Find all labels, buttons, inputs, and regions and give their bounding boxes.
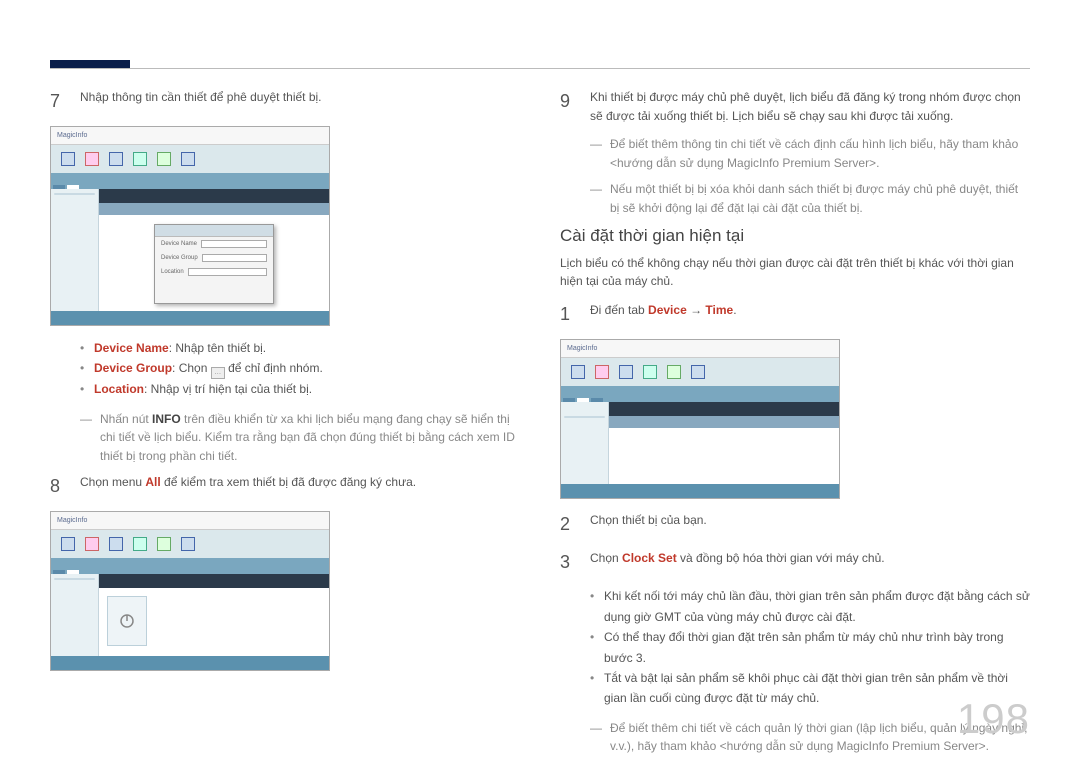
note-device-removed: ― Nếu một thiết bị bị xóa khỏi danh sách… — [590, 180, 1030, 217]
step-number: 2 — [560, 511, 578, 539]
note-text: Để biết thêm thông tin chi tiết về cách … — [610, 135, 1030, 172]
ss-brand-text: MagicInfo — [567, 345, 597, 352]
hl: All — [145, 475, 160, 489]
step-8: 8 Chọn menu All để kiểm tra xem thiết bị… — [50, 473, 520, 501]
page-number: 198 — [957, 695, 1030, 743]
label: Location — [94, 382, 144, 396]
group-select-icon: … — [211, 367, 225, 379]
text: : Nhập vị trí hiện tại của thiết bị. — [144, 382, 312, 396]
screenshot-all-menu: MagicInfo — [50, 511, 330, 671]
section-intro: Lịch biểu có thể không chạy nếu thời gia… — [560, 254, 1030, 291]
label: Device Name — [94, 341, 169, 355]
t: Chọn — [590, 551, 622, 565]
toolbar-icon — [85, 152, 99, 166]
step-number: 3 — [560, 549, 578, 577]
toolbar-icon — [61, 152, 75, 166]
bullet-change-time: Có thể thay đổi thời gian đặt trên sản p… — [590, 627, 1030, 668]
screenshot-approve-dialog: MagicInfo — [50, 126, 330, 326]
left-column: 7 Nhập thông tin cần thiết để phê duyệt … — [50, 88, 520, 764]
hl: Clock Set — [622, 551, 677, 565]
bold-info: INFO — [152, 412, 181, 426]
toolbar-icon — [109, 152, 123, 166]
step-number: 8 — [50, 473, 68, 501]
toolbar-icon — [133, 152, 147, 166]
ss-sidebar — [51, 189, 99, 325]
device-card — [107, 596, 147, 646]
bullet-location: Location: Nhập vị trí hiện tại của thiết… — [80, 379, 520, 399]
step-text: Chọn menu All để kiểm tra xem thiết bị đ… — [80, 473, 520, 501]
toolbar-icon — [157, 152, 171, 166]
step-text: Chọn thiết bị của bạn. — [590, 511, 1030, 539]
t: để kiểm tra xem thiết bị đã được đăng ký… — [161, 475, 416, 489]
screenshot-device-time: MagicInfo — [560, 339, 840, 499]
right-column: 9 Khi thiết bị được máy chủ phê duyệt, l… — [560, 88, 1030, 764]
text: : Nhập tên thiết bị. — [169, 341, 266, 355]
ss-tabs — [51, 173, 329, 189]
step-text: Nhập thông tin cần thiết để phê duyệt th… — [80, 88, 520, 116]
note-info-remote: ― Nhấn nút INFO trên điều khiển từ xa kh… — [80, 410, 520, 466]
dash-icon: ― — [80, 410, 92, 466]
step-text: Đi đến tab Device → Time. — [590, 301, 1030, 329]
label: Device Group — [94, 361, 172, 375]
hl: Time — [705, 303, 733, 317]
ss-brand: MagicInfo — [561, 340, 839, 358]
bullet-gmt: Khi kết nối tới máy chủ lần đầu, thời gi… — [590, 586, 1030, 627]
step-3: 3 Chọn Clock Set và đồng bộ hóa thời gia… — [560, 549, 1030, 577]
step-number: 9 — [560, 88, 578, 125]
note-schedule-config: ― Để biết thêm thông tin chi tiết về các… — [590, 135, 1030, 172]
t: . — [733, 303, 736, 317]
hl: Device — [648, 303, 687, 317]
toolbar-icon — [181, 152, 195, 166]
step-text: Chọn Clock Set và đồng bộ hóa thời gian … — [590, 549, 1030, 577]
bullet-device-group: Device Group: Chọn … để chỉ định nhóm. — [80, 358, 520, 379]
section-heading: Cài đặt thời gian hiện tại — [560, 226, 1030, 246]
step-number: 7 — [50, 88, 68, 116]
step-text: Khi thiết bị được máy chủ phê duyệt, lịc… — [590, 88, 1030, 125]
t: và đồng bộ hóa thời gian với máy chủ. — [677, 551, 885, 565]
text: : Chọn — [172, 361, 211, 375]
header-rule — [50, 68, 1030, 69]
content-columns: 7 Nhập thông tin cần thiết để phê duyệt … — [50, 88, 1030, 764]
t: Đi đến tab — [590, 303, 648, 317]
power-icon — [119, 613, 135, 629]
ss-brand-text: MagicInfo — [57, 132, 87, 139]
ss-brand: MagicInfo — [51, 512, 329, 530]
ss-toolbar — [51, 145, 329, 173]
t: Chọn menu — [80, 475, 145, 489]
header-accent-bar — [50, 60, 130, 68]
text: để chỉ định nhóm. — [225, 361, 323, 375]
t: → — [687, 303, 706, 317]
step-1: 1 Đi đến tab Device → Time. — [560, 301, 1030, 329]
approval-dialog: Device Name Device Group Location — [154, 224, 274, 304]
step-9: 9 Khi thiết bị được máy chủ phê duyệt, l… — [560, 88, 1030, 125]
step-number: 1 — [560, 301, 578, 329]
step-7: 7 Nhập thông tin cần thiết để phê duyệt … — [50, 88, 520, 116]
ss-brand-text: MagicInfo — [57, 517, 87, 524]
note-text: Nhấn nút INFO trên điều khiển từ xa khi … — [100, 410, 520, 466]
field-bullets: Device Name: Nhập tên thiết bị. Device G… — [80, 338, 520, 400]
ss-main: Device Name Device Group Location — [99, 189, 329, 325]
note-text: Nếu một thiết bị bị xóa khỏi danh sách t… — [610, 180, 1030, 217]
step-2: 2 Chọn thiết bị của bạn. — [560, 511, 1030, 539]
ss-brand: MagicInfo — [51, 127, 329, 145]
bullet-device-name: Device Name: Nhập tên thiết bị. — [80, 338, 520, 358]
clock-bullets: Khi kết nối tới máy chủ lần đầu, thời gi… — [590, 586, 1030, 708]
